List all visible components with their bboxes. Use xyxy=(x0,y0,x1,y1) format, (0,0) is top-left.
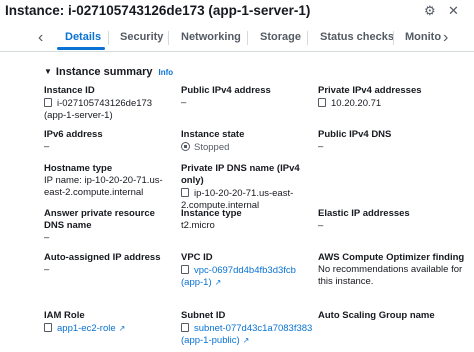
auto-ip-value: – xyxy=(44,264,50,275)
field-vpc-id: VPC ID vpc-0697dd4b4fb3d3fcb (app-1) ↗ xyxy=(181,252,315,289)
field-compute-optimizer: AWS Compute Optimizer finding No recomme… xyxy=(318,252,468,288)
tab-divider xyxy=(108,31,109,45)
hostname-type-value: IP name: ip-10-20-20-71.us-east-2.comput… xyxy=(44,175,163,198)
tab-details[interactable]: Details xyxy=(65,31,101,43)
field-label: Private IP DNS name (IPv4 only) xyxy=(181,163,300,186)
public-ipv4-value: – xyxy=(181,97,187,108)
field-label: Subnet ID xyxy=(181,310,226,321)
copy-icon[interactable] xyxy=(181,323,189,332)
field-ipv6: IPv6 address – xyxy=(44,129,172,153)
instance-header: Instance: i-027105743126de173 (app-1-ser… xyxy=(0,0,474,22)
chevron-left-icon[interactable]: ‹ xyxy=(38,29,43,47)
copy-icon[interactable] xyxy=(44,323,52,332)
field-iam-role: IAM Role app1-ec2-role ↗ xyxy=(44,310,172,335)
tab-storage[interactable]: Storage xyxy=(260,31,301,43)
elastic-ip-value: – xyxy=(318,220,324,231)
field-private-dns: Private IP DNS name (IPv4 only) ip-10-20… xyxy=(181,163,315,212)
instance-id-value: i-027105743126de173 (app-1-server-1) xyxy=(44,98,153,121)
instance-type-value: t2.micro xyxy=(181,220,215,231)
answer-dns-value: – xyxy=(44,232,50,243)
gear-icon[interactable]: ⚙ xyxy=(424,3,436,19)
field-public-dns: Public IPv4 DNS – xyxy=(318,129,468,153)
copy-icon[interactable] xyxy=(181,265,189,274)
field-instance-id: Instance ID i-027105743126de173 (app-1-s… xyxy=(44,85,172,122)
field-label: IPv6 address xyxy=(44,129,103,140)
field-instance-type: Instance type t2.micro xyxy=(181,208,311,232)
tab-bar: ‹ Details Security Networking Storage St… xyxy=(0,25,474,52)
field-elastic-ip: Elastic IP addresses – xyxy=(318,208,468,232)
field-subnet-id: Subnet ID subnet-077d43c1a7083f383 (app-… xyxy=(181,310,315,347)
instance-state-value: Stopped xyxy=(194,142,230,153)
tab-status-checks[interactable]: Status checks xyxy=(320,31,394,43)
field-private-ipv4: Private IPv4 addresses 10.20.20.71 xyxy=(318,85,468,110)
stopped-icon xyxy=(181,142,190,151)
copy-icon[interactable] xyxy=(181,188,189,197)
field-label: Instance ID xyxy=(44,85,95,96)
field-public-ipv4: Public IPv4 address – xyxy=(181,85,311,109)
external-link-icon[interactable]: ↗ xyxy=(119,324,126,333)
field-label: Hostname type xyxy=(44,163,113,174)
ipv6-value: – xyxy=(44,141,50,152)
caret-down-icon: ▼ xyxy=(44,67,52,76)
public-dns-value: – xyxy=(318,141,324,152)
optimizer-value: No recommendations available for this in… xyxy=(318,264,463,287)
tab-divider xyxy=(393,31,394,45)
close-icon[interactable]: ✕ xyxy=(448,3,459,19)
info-link[interactable]: Info xyxy=(159,68,174,77)
page-title: Instance: i-027105743126de173 (app-1-ser… xyxy=(5,3,311,18)
field-label: Public IPv4 DNS xyxy=(318,129,392,140)
field-label: Instance type xyxy=(181,208,242,219)
tab-divider xyxy=(307,31,308,45)
private-ipv4-value: 10.20.20.71 xyxy=(331,98,382,109)
copy-icon[interactable] xyxy=(318,98,326,107)
vpc-id-link[interactable]: vpc-0697dd4b4fb3d3fcb (app-1) xyxy=(181,265,296,288)
field-label: Private IPv4 addresses xyxy=(318,85,422,96)
field-asg-name: Auto Scaling Group name xyxy=(318,310,468,322)
field-label: AWS Compute Optimizer finding xyxy=(318,252,465,263)
field-auto-assigned-ip: Auto-assigned IP address – xyxy=(44,252,172,276)
field-label: Auto-assigned IP address xyxy=(44,252,161,263)
field-label: Elastic IP addresses xyxy=(318,208,410,219)
field-hostname-type: Hostname type IP name: ip-10-20-20-71.us… xyxy=(44,163,172,199)
field-label: Instance state xyxy=(181,129,245,140)
chevron-right-icon[interactable]: › xyxy=(443,29,448,47)
tab-divider xyxy=(247,31,248,45)
external-link-icon[interactable]: ↗ xyxy=(243,336,250,345)
tab-networking[interactable]: Networking xyxy=(181,31,241,43)
iam-role-link[interactable]: app1-ec2-role xyxy=(57,323,116,334)
tab-monitoring[interactable]: Monito xyxy=(405,31,441,43)
external-link-icon[interactable]: ↗ xyxy=(215,278,222,287)
active-tab-indicator xyxy=(57,47,105,50)
tab-divider xyxy=(168,31,169,45)
section-title[interactable]: ▼ Instance summary Info xyxy=(44,66,173,78)
field-answer-dns: Answer private resource DNS name – xyxy=(44,208,172,244)
field-instance-state: Instance state Stopped xyxy=(181,129,311,154)
field-label: Answer private resource DNS name xyxy=(44,208,155,231)
field-label: Auto Scaling Group name xyxy=(318,310,435,321)
field-label: Public IPv4 address xyxy=(181,85,271,96)
copy-icon[interactable] xyxy=(44,98,52,107)
tab-security[interactable]: Security xyxy=(120,31,163,43)
field-label: VPC ID xyxy=(181,252,213,263)
field-label: IAM Role xyxy=(44,310,85,321)
